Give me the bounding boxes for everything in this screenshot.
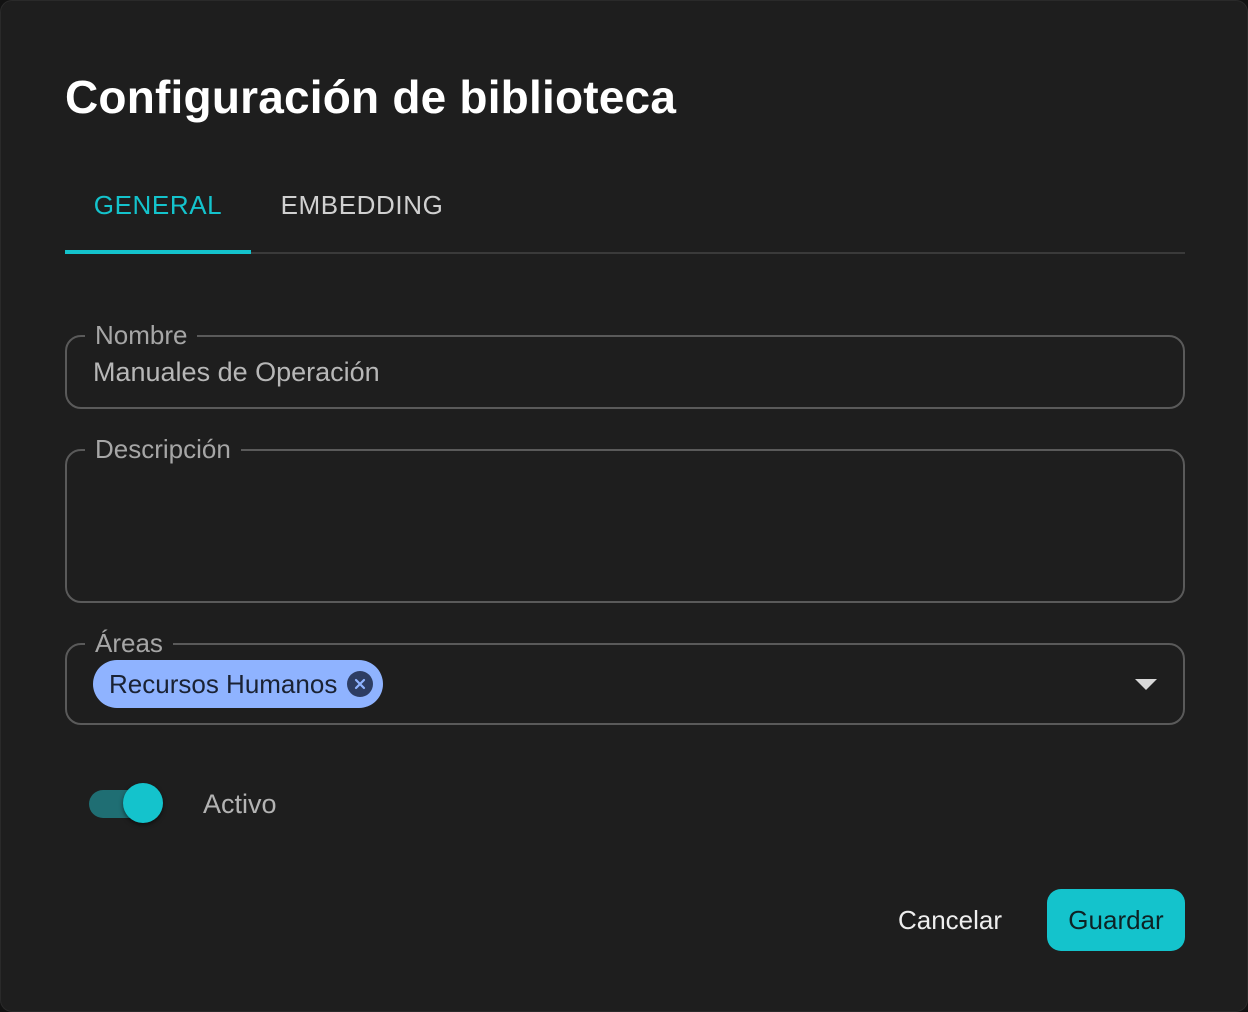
tab-bar: GENERAL EMBEDDING (65, 159, 1185, 254)
active-tab-indicator (65, 250, 251, 254)
caret-down-icon[interactable] (1135, 679, 1157, 690)
save-button[interactable]: Guardar (1047, 889, 1185, 951)
cancel-button[interactable]: Cancelar (879, 889, 1021, 951)
areas-label: Áreas (85, 625, 173, 661)
nombre-field: Nombre (65, 317, 1185, 409)
close-circle-icon[interactable] (347, 671, 374, 697)
activo-toggle[interactable] (89, 783, 163, 823)
tab-embedding-label: EMBEDDING (280, 190, 444, 220)
area-chip: Recursos Humanos (93, 660, 384, 708)
tab-general[interactable]: GENERAL (65, 159, 251, 252)
nombre-label: Nombre (85, 317, 198, 353)
close-icon (355, 678, 366, 690)
toggle-thumb (123, 783, 163, 823)
dialog-title: Configuración de biblioteca (65, 71, 677, 123)
activo-label: Activo (203, 789, 277, 819)
library-settings-dialog: Configuración de biblioteca GENERAL EMBE… (0, 0, 1248, 1012)
descripcion-label: Descripción (85, 431, 241, 467)
nombre-input[interactable] (93, 353, 1157, 391)
area-chip-label: Recursos Humanos (109, 668, 338, 699)
descripcion-textarea[interactable] (93, 471, 1157, 585)
areas-select[interactable]: Áreas Recursos Humanos (65, 625, 1185, 725)
tab-embedding[interactable]: EMBEDDING (251, 159, 473, 252)
descripcion-field: Descripción (65, 431, 1185, 603)
tab-general-label: GENERAL (93, 190, 223, 220)
